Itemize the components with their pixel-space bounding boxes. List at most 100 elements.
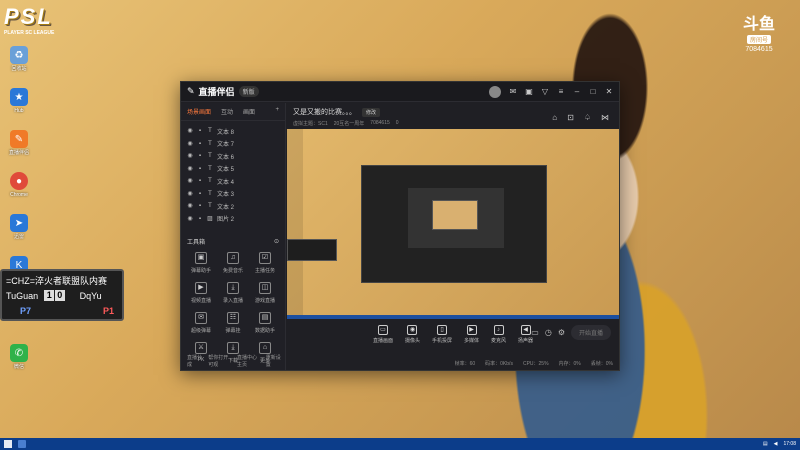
eye-icon[interactable]: ◉ [187, 216, 193, 222]
footer-link[interactable]: 直播分成 [187, 354, 202, 368]
control-camera[interactable]: ◉ 摄像头 [404, 324, 420, 344]
version-badge[interactable]: 新版 [238, 86, 259, 97]
timer-icon[interactable]: ◷ [545, 328, 552, 337]
tool-label: 超级弹幕 [190, 328, 211, 334]
tool-item[interactable]: ◫ 游戏直播 [249, 282, 281, 304]
tool-item[interactable]: ▤ 数据助手 [249, 312, 281, 334]
tool-item[interactable]: ☷ 弹幕挂 [217, 312, 249, 334]
footer-link[interactable]: 直播中心主页 [237, 354, 260, 368]
tab-scene[interactable]: 场景画面 [187, 107, 211, 116]
tool-icon: ⚔ [195, 342, 207, 354]
go-live-button[interactable]: 开始直播 [570, 325, 611, 340]
status-memory: 内存：0% [558, 360, 581, 367]
control-mic[interactable]: ♪ 麦克风 [491, 324, 506, 344]
add-icon[interactable]: + [275, 107, 279, 116]
control-label: 摄像头 [404, 337, 420, 344]
eye-icon[interactable]: ◉ [187, 178, 193, 184]
record-icon[interactable]: ▭ [531, 328, 539, 337]
source-item[interactable]: ◉ ▪ T 文本 2 [187, 200, 279, 213]
gift-icon[interactable]: ▣ [525, 87, 533, 96]
tool-item[interactable]: ☑ 主播任务 [249, 252, 281, 274]
lock-icon[interactable]: ▪ [197, 191, 203, 197]
avatar[interactable] [489, 85, 501, 98]
footer-link[interactable]: 帮你打开可观 [208, 354, 231, 368]
source-item[interactable]: ◉ ▪ T 文本 6 [187, 150, 279, 163]
footer-link[interactable]: 重新设置 [266, 354, 281, 368]
tool-item[interactable]: ▣ 弹幕助手 [185, 252, 217, 274]
volume-icon[interactable]: ◀ [774, 441, 778, 447]
desktop-icon-recycle-bin[interactable]: ♻ 回收站 [2, 46, 36, 86]
tab-interact[interactable]: 互动 [221, 107, 233, 116]
eye-icon[interactable]: ◉ [187, 166, 193, 172]
desktop-icon-label: 微信 [13, 364, 24, 370]
message-icon[interactable]: ✉ [509, 87, 517, 96]
app-titlebar: ✎ 直播伴侣 新版 ✉ ▣ ▽ ≡ – □ ✕ [181, 82, 619, 102]
network-icon[interactable]: ▤ [763, 441, 768, 447]
preview-desktop-strip [287, 129, 303, 319]
lock-icon[interactable]: ▪ [197, 141, 203, 147]
desktop-icon-hub[interactable]: ★ Hub [2, 88, 36, 128]
control-media[interactable]: ▶ 多媒体 [464, 324, 479, 344]
lock-icon[interactable]: ▪ [197, 166, 203, 172]
settings-icon[interactable]: ⚙ [558, 328, 565, 337]
stream-preview[interactable] [287, 129, 619, 319]
start-icon[interactable] [4, 440, 12, 448]
lock-icon[interactable]: ▪ [197, 216, 203, 222]
minimize-icon[interactable]: – [573, 87, 581, 96]
source-label: 文本 5 [217, 167, 235, 174]
desktop-icon-thunder[interactable]: ➤ 迅雷 [2, 214, 36, 254]
desktop-icon-stream-companion[interactable]: ✎ 直播伴侣 [2, 130, 36, 170]
tool-item[interactable]: ⤓ 录入直播 [217, 282, 249, 304]
tool-icon: ♫ [227, 252, 239, 264]
lock-icon[interactable]: ▪ [197, 128, 203, 134]
eye-icon[interactable]: ◉ [187, 141, 193, 147]
eye-icon[interactable]: ◉ [187, 203, 193, 209]
menu-icon[interactable]: ≡ [557, 87, 565, 96]
taskbar-app-icon[interactable] [18, 440, 26, 448]
lock-icon[interactable]: ▪ [197, 203, 203, 209]
maximize-icon[interactable]: □ [589, 87, 597, 96]
stream-title: 又是又搬的比赛。。。 [293, 109, 356, 116]
edit-title-button[interactable]: 修改 [362, 107, 381, 117]
close-icon[interactable]: ✕ [605, 87, 613, 96]
eye-icon[interactable]: ◉ [187, 153, 193, 159]
source-item[interactable]: ◉ ▪ T 文本 7 [187, 138, 279, 151]
douyu-mark: 斗鱼 [742, 16, 775, 33]
tool-label: 游戏直播 [254, 298, 275, 304]
lock-icon[interactable]: ▪ [197, 178, 203, 184]
tool-item[interactable]: ▶ 视频直播 [185, 282, 217, 304]
source-label: 文本 8 [217, 129, 235, 136]
tool-icon: ☑ [259, 252, 271, 264]
lock-icon[interactable]: ⊡ [567, 113, 574, 122]
clock[interactable]: 17:08 [783, 441, 796, 447]
source-label: 文本 4 [217, 179, 235, 186]
control-phone[interactable]: ▯ 手机投屏 [432, 324, 452, 344]
control-screen[interactable]: ▭ 直播画面 [373, 324, 393, 344]
eye-icon[interactable]: ◉ [187, 191, 193, 197]
source-item[interactable]: ◉ ▪ T 文本 3 [187, 188, 279, 201]
scene-tabs: 场景画面 互动 画面 + [181, 103, 285, 121]
source-item[interactable]: ◉ ▪ ▨ 图片 2 [187, 213, 279, 226]
share-icon[interactable]: ⋈ [601, 113, 609, 122]
desktop-icon-label: Chrome [10, 192, 28, 198]
filter-icon[interactable]: ▽ [541, 87, 549, 96]
header-tools: ⌂ ⊡ ♤ ⋈ [552, 113, 609, 122]
desktop-icon-chrome[interactable]: ● Chrome [2, 172, 36, 212]
source-item[interactable]: ◉ ▪ T 文本 8 [187, 125, 279, 138]
titlebar-actions: ✉ ▣ ▽ ≡ – □ ✕ [489, 85, 613, 98]
live-controls: ▭ ◷ ⚙ 开始直播 [531, 325, 611, 340]
eye-icon[interactable]: ◉ [187, 128, 193, 134]
gift-box-icon[interactable]: ⌂ [552, 113, 557, 122]
tool-item[interactable]: ♫ 免费音乐 [217, 252, 249, 274]
tab-picture[interactable]: 画面 [243, 107, 255, 116]
tool-label: 录入直播 [222, 298, 243, 304]
notification-icon[interactable]: ♤ [584, 113, 591, 122]
lock-icon[interactable]: ▪ [197, 153, 203, 159]
source-item[interactable]: ◉ ▪ T 文本 5 [187, 163, 279, 176]
desktop-icon-label: 直播伴侣 [8, 150, 29, 156]
toolbox-settings-icon[interactable]: ⊙ [274, 238, 279, 245]
desktop-icon-wechat[interactable]: ✆ 微信 [2, 344, 36, 384]
source-item[interactable]: ◉ ▪ T 文本 4 [187, 175, 279, 188]
tool-item[interactable]: ✉ 超级弹幕 [185, 312, 217, 334]
source-label: 文本 6 [217, 154, 235, 161]
